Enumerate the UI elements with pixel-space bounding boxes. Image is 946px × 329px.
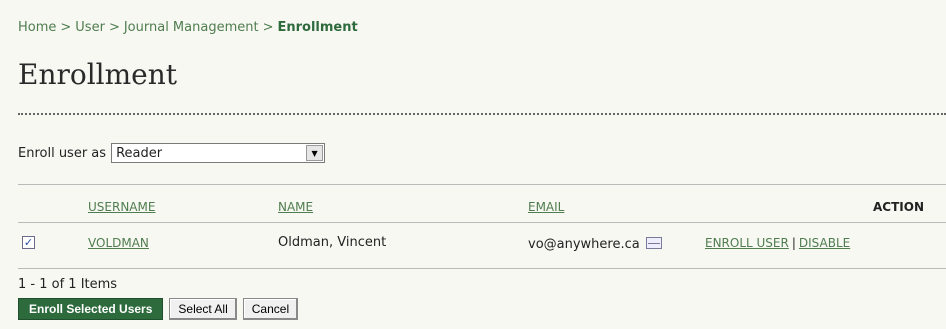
role-select-value: Reader [116, 145, 163, 161]
column-header-username[interactable]: USERNAME [88, 200, 155, 214]
user-email: vo@anywhere.ca [528, 237, 662, 252]
enroll-as-label: Enroll user as [18, 145, 107, 161]
row-select-checkbox[interactable]: ✓ [22, 236, 35, 249]
action-separator: | [791, 236, 796, 250]
title-divider [18, 113, 946, 115]
username-link[interactable]: VOLDMAN [88, 236, 149, 250]
breadcrumb-journal-management-link[interactable]: Journal Management [124, 20, 259, 35]
breadcrumb-separator: > [60, 20, 72, 35]
chevron-down-icon[interactable]: ▼ [306, 145, 324, 161]
breadcrumb: Home > User > Journal Management > Enrollment [18, 20, 358, 35]
checkmark-icon: ✓ [23, 236, 34, 249]
user-email-text: vo@anywhere.ca [528, 237, 640, 252]
action-buttons: Enroll Selected Users Select All Cancel [18, 298, 299, 320]
breadcrumb-separator: > [262, 20, 274, 35]
user-name: Oldman, Vincent [278, 235, 387, 250]
breadcrumb-home-link[interactable]: Home [18, 20, 56, 35]
pagination-summary: 1 - 1 of 1 Items [18, 277, 118, 292]
select-all-button[interactable]: Select All [169, 298, 237, 320]
table-header-rule [18, 222, 946, 223]
column-header-action: ACTION [873, 200, 924, 214]
column-header-email[interactable]: EMAIL [528, 200, 564, 214]
enroll-as-row: Enroll user as Reader ▼ [18, 143, 326, 163]
table-top-rule [18, 184, 946, 185]
row-actions: ENROLL USER | DISABLE [705, 236, 850, 250]
column-header-name[interactable]: NAME [278, 200, 313, 214]
role-select[interactable]: Reader ▼ [111, 143, 326, 163]
breadcrumb-current: Enrollment [277, 20, 358, 35]
page-title: Enrollment [18, 58, 178, 91]
table-bottom-rule [18, 268, 946, 269]
enroll-user-link[interactable]: ENROLL USER [705, 236, 789, 250]
disable-link[interactable]: DISABLE [799, 236, 850, 250]
breadcrumb-separator: > [108, 20, 120, 35]
cancel-button[interactable]: Cancel [242, 298, 299, 320]
enroll-selected-users-button[interactable]: Enroll Selected Users [18, 298, 164, 320]
breadcrumb-user-link[interactable]: User [75, 20, 105, 35]
email-icon[interactable] [645, 237, 662, 249]
